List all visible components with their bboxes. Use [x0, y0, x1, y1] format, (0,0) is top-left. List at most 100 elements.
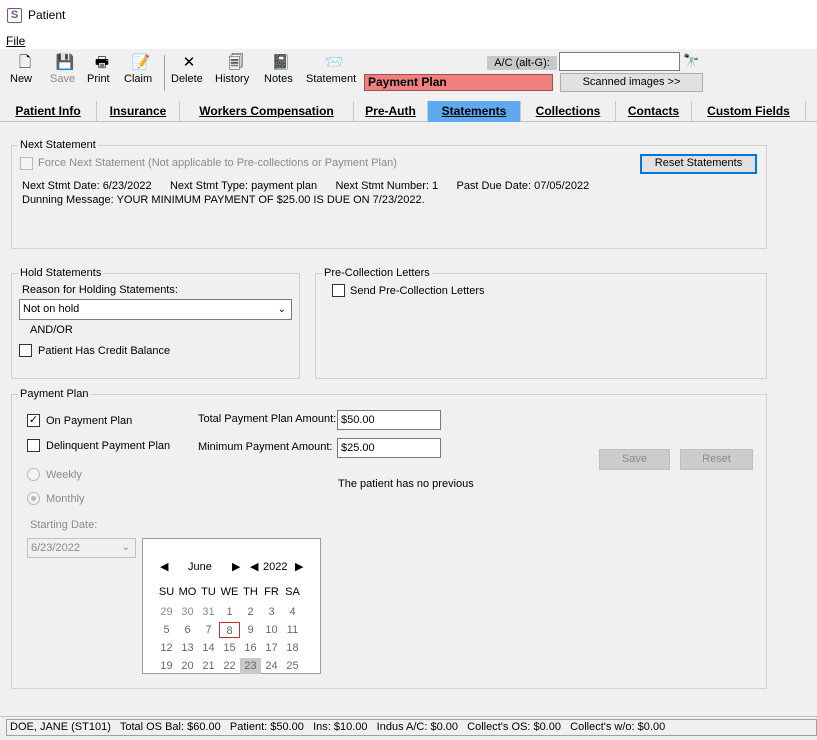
- notes-button[interactable]: 📓 Notes: [264, 54, 298, 85]
- monthly-label: Monthly: [46, 493, 85, 505]
- weekly-radio[interactable]: [27, 468, 40, 481]
- calendar-day[interactable]: 1: [219, 604, 240, 620]
- calendar-weekday: MO: [178, 586, 197, 598]
- calendar-day[interactable]: 31: [198, 604, 219, 620]
- calendar-day[interactable]: 17: [261, 640, 282, 656]
- calendar-day[interactable]: 7: [198, 622, 219, 638]
- calendar-month[interactable]: June: [188, 561, 212, 573]
- statement-button[interactable]: 📨 Statement: [306, 54, 362, 85]
- date-picker-calendar: ◀ June ▶ ◀ 2022 ▶ SU MO TU WE TH FR SA 29 30 31 1…: [142, 538, 321, 674]
- calendar-day[interactable]: 16: [240, 640, 261, 656]
- tab-workers-compensation[interactable]: Workers Compensation: [180, 101, 354, 122]
- menu-file[interactable]: File: [6, 34, 25, 48]
- save-label: Save: [50, 73, 76, 85]
- hold-reason-value: Not on hold: [23, 303, 80, 315]
- claim-button[interactable]: 📝 Claim: [124, 54, 158, 85]
- tab-custom-fields[interactable]: Custom Fields: [692, 101, 806, 122]
- total-amount-input[interactable]: $50.00: [337, 410, 441, 430]
- account-input[interactable]: [559, 52, 680, 71]
- send-pre-collection-label: Send Pre-Collection Letters: [350, 285, 485, 297]
- statement-label: Statement: [306, 73, 357, 85]
- minimum-amount-label: Minimum Payment Amount:: [198, 441, 333, 453]
- dunning-message: Dunning Message: YOUR MINIMUM PAYMENT OF…: [22, 194, 425, 206]
- tab-patient-info[interactable]: Patient Info: [0, 101, 97, 122]
- calendar-day[interactable]: 30: [177, 604, 198, 620]
- on-payment-plan-label: On Payment Plan: [46, 415, 133, 427]
- tab-pre-auth[interactable]: Pre-Auth: [354, 101, 428, 122]
- calendar-day[interactable]: 10: [261, 622, 282, 638]
- next-year-icon[interactable]: ▶: [295, 560, 303, 573]
- calendar-day[interactable]: 23: [240, 658, 261, 674]
- print-button[interactable]: 🖶 Print: [87, 54, 117, 85]
- calendar-day[interactable]: 6: [177, 622, 198, 638]
- calendar-day[interactable]: 12: [156, 640, 177, 656]
- calendar-day[interactable]: 24: [261, 658, 282, 674]
- reset-statements-button[interactable]: Reset Statements: [640, 154, 757, 174]
- calendar-day[interactable]: 13: [177, 640, 198, 656]
- calendar-day[interactable]: 14: [198, 640, 219, 656]
- claim-form-icon: 📝: [131, 54, 151, 71]
- new-label: New: [10, 73, 33, 85]
- delinquent-plan-checkbox[interactable]: [27, 439, 40, 452]
- claim-label: Claim: [124, 73, 153, 85]
- pre-collection-title: Pre-Collection Letters: [322, 267, 432, 279]
- history-document-icon: 🗐: [228, 54, 244, 71]
- calendar-day[interactable]: 9: [240, 622, 261, 638]
- total-amount-label: Total Payment Plan Amount:: [198, 413, 337, 425]
- binoculars-icon[interactable]: 🔭: [683, 53, 699, 69]
- calendar-weekday: FR: [264, 586, 279, 598]
- send-pre-collection-checkbox[interactable]: [332, 284, 345, 297]
- tab-collections[interactable]: Collections: [521, 101, 616, 122]
- payment-plan-title: Payment Plan: [18, 388, 91, 400]
- minimum-amount-input[interactable]: $25.00: [337, 438, 441, 458]
- calendar-day[interactable]: 25: [282, 658, 303, 674]
- calendar-day[interactable]: 3: [261, 604, 282, 620]
- calendar-day[interactable]: 8: [219, 622, 240, 638]
- scanned-images-button[interactable]: Scanned images >>: [560, 73, 703, 92]
- prev-month-icon[interactable]: ◀: [160, 560, 168, 573]
- calendar-day[interactable]: 20: [177, 658, 198, 674]
- calendar-day[interactable]: 11: [282, 622, 303, 638]
- calendar-weekday: SU: [158, 586, 175, 598]
- monthly-radio[interactable]: [27, 492, 40, 505]
- calendar-day[interactable]: 29: [156, 604, 177, 620]
- delete-label: Delete: [171, 73, 203, 85]
- chevron-down-icon: ⌄: [277, 304, 286, 315]
- tab-contacts[interactable]: Contacts: [616, 101, 692, 122]
- print-label: Print: [87, 73, 110, 85]
- plan-reset-button[interactable]: Reset: [680, 449, 753, 470]
- window-title: Patient: [28, 8, 66, 22]
- calendar-year[interactable]: 2022: [263, 561, 287, 573]
- next-month-icon[interactable]: ▶: [232, 560, 240, 573]
- save-button[interactable]: 💾 Save: [50, 54, 80, 85]
- hold-reason-label: Reason for Holding Statements:: [22, 284, 178, 296]
- calendar-day[interactable]: 5: [156, 622, 177, 638]
- weekly-label: Weekly: [46, 469, 82, 481]
- credit-balance-checkbox[interactable]: [19, 344, 32, 357]
- calendar-day[interactable]: 21: [198, 658, 219, 674]
- on-payment-plan-checkbox[interactable]: ✓: [27, 414, 40, 427]
- force-next-statement-checkbox[interactable]: [20, 157, 33, 170]
- notes-icon: 📓: [271, 54, 291, 71]
- calendar-day[interactable]: 2: [240, 604, 261, 620]
- new-button[interactable]: 🗋 New: [10, 54, 40, 85]
- calendar-day[interactable]: 22: [219, 658, 240, 674]
- calendar-day[interactable]: 19: [156, 658, 177, 674]
- tab-statements[interactable]: Statements: [428, 101, 521, 122]
- starting-date-picker[interactable]: 6/23/2022 ⌄: [27, 538, 136, 558]
- calendar-day[interactable]: 18: [282, 640, 303, 656]
- toolbar-separator: [164, 55, 165, 91]
- history-button[interactable]: 🗐 History: [215, 54, 257, 85]
- hold-reason-select[interactable]: Not on hold ⌄: [19, 299, 292, 320]
- printer-icon: 🖶: [94, 54, 110, 71]
- plan-save-button[interactable]: Save: [599, 449, 670, 470]
- floppy-disk-icon: 💾: [55, 54, 75, 71]
- calendar-day[interactable]: 15: [219, 640, 240, 656]
- prev-year-icon[interactable]: ◀: [250, 560, 258, 573]
- payment-plan-banner: Payment Plan: [364, 74, 553, 91]
- delete-button[interactable]: ✕ Delete: [171, 54, 207, 85]
- tab-insurance[interactable]: Insurance: [97, 101, 180, 122]
- menu-bar: [0, 31, 817, 49]
- no-previous-text: The patient has no previous: [338, 478, 474, 490]
- calendar-day[interactable]: 4: [282, 604, 303, 620]
